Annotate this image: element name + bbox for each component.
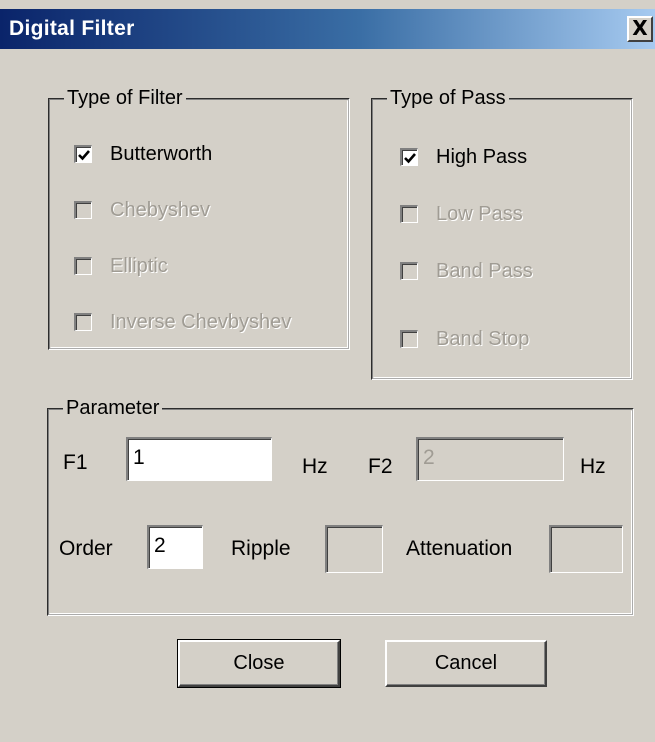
elliptic-checkbox[interactable]: Elliptic [74, 253, 168, 279]
checkbox-box[interactable] [400, 330, 418, 348]
inverse-chebyshev-checkbox[interactable]: Inverse Chevbyshev [74, 309, 291, 335]
order-input[interactable]: 2 [147, 525, 203, 569]
checkbox-box[interactable] [74, 313, 92, 331]
window-title: Digital Filter [9, 17, 135, 40]
close-button-label: Close [233, 652, 285, 674]
pass-type-group: Type of Pass High Pass Low Pass Band Pas… [371, 87, 633, 380]
high-pass-label: High Pass [436, 145, 528, 168]
ripple-label: Ripple [231, 537, 291, 560]
f2-unit-label: Hz [580, 455, 606, 478]
band-pass-label: Band Pass [436, 259, 533, 282]
chebyshev-checkbox[interactable]: Chebyshev [74, 197, 210, 223]
checkbox-box[interactable] [400, 148, 418, 166]
close-icon: X [632, 16, 648, 40]
butterworth-label: Butterworth [110, 142, 213, 165]
title-bar[interactable]: Digital Filter X [0, 9, 655, 49]
order-label: Order [59, 537, 113, 560]
checkbox-box[interactable] [400, 262, 418, 280]
band-pass-checkbox[interactable]: Band Pass [400, 258, 533, 284]
band-stop-label: Band Stop [436, 327, 530, 350]
parameter-legend: Parameter [63, 397, 163, 420]
ripple-input[interactable] [325, 525, 383, 573]
attenuation-label: Attenuation [406, 537, 513, 560]
checkbox-box[interactable] [74, 201, 92, 219]
checkmark-icon [404, 153, 416, 164]
f2-input[interactable]: 2 [416, 437, 564, 481]
cancel-button[interactable]: Cancel [385, 640, 547, 687]
f1-input[interactable]: 1 [126, 437, 272, 481]
attenuation-input[interactable] [549, 525, 623, 573]
band-stop-checkbox[interactable]: Band Stop [400, 326, 529, 352]
parameter-group: Parameter F1 1 Hz F2 2 Hz Order 2 Ripple… [47, 397, 634, 616]
close-button[interactable]: Close [177, 639, 341, 688]
elliptic-label: Elliptic [110, 254, 168, 277]
filter-type-legend: Type of Filter [64, 87, 186, 110]
close-window-button[interactable]: X [627, 16, 653, 42]
checkbox-box[interactable] [74, 257, 92, 275]
pass-type-legend: Type of Pass [387, 87, 509, 110]
checkbox-box[interactable] [400, 205, 418, 223]
cancel-button-label: Cancel [434, 652, 498, 674]
filter-type-group: Type of Filter Butterworth Chebyshev Ell… [48, 87, 350, 350]
f1-unit-label: Hz [302, 455, 328, 478]
butterworth-checkbox[interactable]: Butterworth [74, 141, 212, 167]
low-pass-checkbox[interactable]: Low Pass [400, 201, 523, 227]
digital-filter-dialog: Digital Filter X Type of Filter Butterwo… [0, 0, 655, 742]
chebyshev-label: Chebyshev [110, 198, 211, 221]
high-pass-checkbox[interactable]: High Pass [400, 144, 527, 170]
inverse-chebyshev-label: Inverse Chevbyshev [110, 310, 292, 333]
f1-label: F1 [63, 451, 88, 474]
checkbox-box[interactable] [74, 145, 92, 163]
f2-label: F2 [368, 455, 393, 478]
checkmark-icon [78, 150, 90, 161]
low-pass-label: Low Pass [436, 202, 523, 225]
